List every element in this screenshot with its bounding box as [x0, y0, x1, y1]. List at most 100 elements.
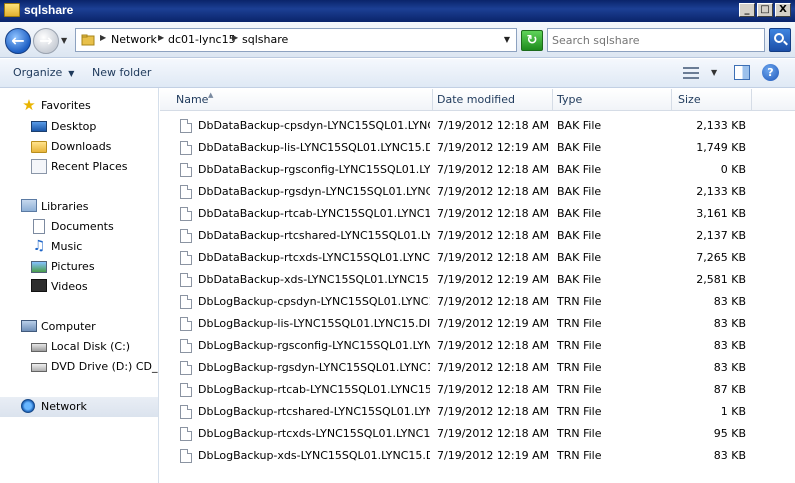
nav-music[interactable]: ♫ Music — [0, 237, 158, 257]
file-type: BAK File — [557, 229, 602, 242]
preview-pane-button[interactable] — [734, 65, 750, 80]
file-icon — [180, 295, 192, 309]
file-date-modified: 7/19/2012 12:19 AM — [437, 273, 550, 286]
back-button[interactable]: ← — [5, 28, 31, 54]
breadcrumb-separator[interactable]: ▶ — [100, 33, 106, 42]
file-date-modified: 7/19/2012 12:18 AM — [437, 119, 550, 132]
file-name: DbDataBackup-cpsdyn-LYNC15SQL01.LYNC1... — [198, 119, 430, 132]
file-row[interactable]: DbDataBackup-rtcxds-LYNC15SQL01.LYNC1...… — [160, 247, 795, 269]
column-header-type[interactable]: Type — [553, 89, 672, 111]
file-type: TRN File — [557, 383, 602, 396]
file-type: TRN File — [557, 427, 602, 440]
nav-label: Documents — [51, 220, 114, 233]
file-row[interactable]: DbLogBackup-rtcxds-LYNC15SQL01.LYNC15...… — [160, 423, 795, 445]
file-icon — [180, 339, 192, 353]
nav-computer[interactable]: Computer — [0, 317, 158, 337]
breadcrumb-server[interactable]: dc01-lync15 — [168, 33, 236, 46]
nav-desktop[interactable]: Desktop — [0, 117, 158, 137]
file-row[interactable]: DbLogBackup-xds-LYNC15SQL01.LYNC15.DI...… — [160, 445, 795, 467]
nav-label: Favorites — [41, 99, 91, 112]
file-size: 2,133 KB — [696, 185, 746, 198]
column-header-name[interactable]: Name ▲ — [160, 89, 433, 111]
close-button[interactable]: X — [775, 3, 791, 17]
file-row[interactable]: DbLogBackup-lis-LYNC15SQL01.LYNC15.DIR-.… — [160, 313, 795, 335]
computer-icon — [21, 320, 37, 332]
file-type: TRN File — [557, 405, 602, 418]
file-icon — [180, 317, 192, 331]
view-options-dropdown[interactable]: ▼ — [711, 68, 717, 77]
file-row[interactable]: DbDataBackup-cpsdyn-LYNC15SQL01.LYNC1...… — [160, 115, 795, 137]
libraries-icon — [21, 199, 37, 212]
file-date-modified: 7/19/2012 12:18 AM — [437, 383, 550, 396]
file-row[interactable]: DbLogBackup-rgsconfig-LYNC15SQL01.LYNC..… — [160, 335, 795, 357]
nav-network[interactable]: Network — [0, 397, 158, 417]
nav-local-disk[interactable]: Local Disk (C:) — [0, 337, 158, 357]
nav-label: Local Disk (C:) — [51, 340, 131, 353]
window-title: sqlshare — [24, 3, 74, 17]
change-view-icon[interactable] — [683, 67, 699, 79]
maximize-button[interactable]: □ — [757, 3, 773, 17]
nav-label: Libraries — [41, 200, 89, 213]
search-button[interactable] — [769, 28, 791, 52]
file-row[interactable]: DbDataBackup-rgsdyn-LYNC15SQL01.LYNC1...… — [160, 181, 795, 203]
file-size: 83 KB — [713, 295, 746, 308]
file-row[interactable]: DbLogBackup-rtcshared-LYNC15SQL01.LYNC..… — [160, 401, 795, 423]
nav-documents[interactable]: Documents — [0, 217, 158, 237]
column-header-date[interactable]: Date modified — [433, 89, 553, 111]
search-field[interactable] — [547, 28, 765, 52]
file-date-modified: 7/19/2012 12:19 AM — [437, 317, 550, 330]
nav-label: Computer — [41, 320, 96, 333]
forward-button[interactable]: → — [33, 28, 59, 54]
breadcrumb-share[interactable]: sqlshare — [242, 33, 288, 46]
column-header-size[interactable]: Size — [672, 89, 752, 111]
file-row[interactable]: DbDataBackup-rtcab-LYNC15SQL01.LYNC15...… — [160, 203, 795, 225]
chevron-down-icon[interactable]: ▼ — [504, 35, 510, 44]
file-row[interactable]: DbLogBackup-rgsdyn-LYNC15SQL01.LYNC15...… — [160, 357, 795, 379]
address-input[interactable]: ▶ Network ▶ dc01-lync15 ▶ sqlshare ▼ — [75, 28, 517, 52]
file-icon — [180, 119, 192, 133]
file-date-modified: 7/19/2012 12:18 AM — [437, 207, 550, 220]
nav-favorites[interactable]: ★ Favorites — [0, 96, 158, 116]
nav-downloads[interactable]: Downloads — [0, 137, 158, 157]
star-icon: ★ — [22, 96, 36, 114]
file-date-modified: 7/19/2012 12:18 AM — [437, 229, 550, 242]
file-row[interactable]: DbDataBackup-rgsconfig-LYNC15SQL01.LYN..… — [160, 159, 795, 181]
nav-pictures[interactable]: Pictures — [0, 257, 158, 277]
title-bar[interactable]: sqlshare _ □ X — [0, 0, 795, 22]
nav-videos[interactable]: Videos — [0, 277, 158, 297]
new-folder-button[interactable]: New folder — [92, 66, 151, 79]
file-name: DbLogBackup-rtcxds-LYNC15SQL01.LYNC15...… — [198, 427, 430, 440]
file-row[interactable]: DbDataBackup-xds-LYNC15SQL01.LYNC15.D...… — [160, 269, 795, 291]
network-folder-icon — [81, 34, 95, 46]
file-row[interactable]: DbLogBackup-rtcab-LYNC15SQL01.LYNC15....… — [160, 379, 795, 401]
column-label: Size — [678, 93, 701, 106]
file-size: 87 KB — [713, 383, 746, 396]
search-input[interactable] — [552, 30, 762, 50]
arrow-left-icon: ← — [11, 31, 25, 50]
file-row[interactable]: DbDataBackup-rtcshared-LYNC15SQL01.LYN..… — [160, 225, 795, 247]
nav-dvd-drive[interactable]: DVD Drive (D:) CD_RC — [0, 357, 158, 377]
chevron-down-icon: ▼ — [68, 69, 75, 78]
file-name: DbLogBackup-rgsdyn-LYNC15SQL01.LYNC15...… — [198, 361, 430, 374]
file-row[interactable]: DbLogBackup-cpsdyn-LYNC15SQL01.LYNC15...… — [160, 291, 795, 313]
recent-pages-dropdown[interactable]: ▼ — [61, 36, 69, 45]
file-type: BAK File — [557, 251, 602, 264]
navigation-pane: ★ Favorites Desktop Downloads Recent Pla… — [0, 88, 159, 483]
file-date-modified: 7/19/2012 12:18 AM — [437, 361, 550, 374]
hard-drive-icon — [31, 343, 47, 352]
file-type: BAK File — [557, 207, 602, 220]
breadcrumb-separator[interactable]: ▶ — [232, 33, 238, 42]
organize-button[interactable]: Organize ▼ — [13, 66, 74, 79]
file-row[interactable]: DbDataBackup-lis-LYNC15SQL01.LYNC15.DI..… — [160, 137, 795, 159]
nav-label: Downloads — [51, 140, 112, 153]
minimize-button[interactable]: _ — [739, 3, 755, 17]
file-date-modified: 7/19/2012 12:19 AM — [437, 141, 550, 154]
breadcrumb-separator[interactable]: ▶ — [158, 33, 164, 42]
help-button[interactable]: ? — [762, 64, 779, 81]
nav-recent-places[interactable]: Recent Places — [0, 157, 158, 177]
refresh-button[interactable]: ↻ — [521, 30, 543, 51]
breadcrumb-network[interactable]: Network — [111, 33, 157, 46]
file-list: DbDataBackup-cpsdyn-LYNC15SQL01.LYNC1...… — [160, 111, 795, 483]
file-icon — [180, 185, 192, 199]
nav-libraries[interactable]: Libraries — [0, 197, 158, 217]
